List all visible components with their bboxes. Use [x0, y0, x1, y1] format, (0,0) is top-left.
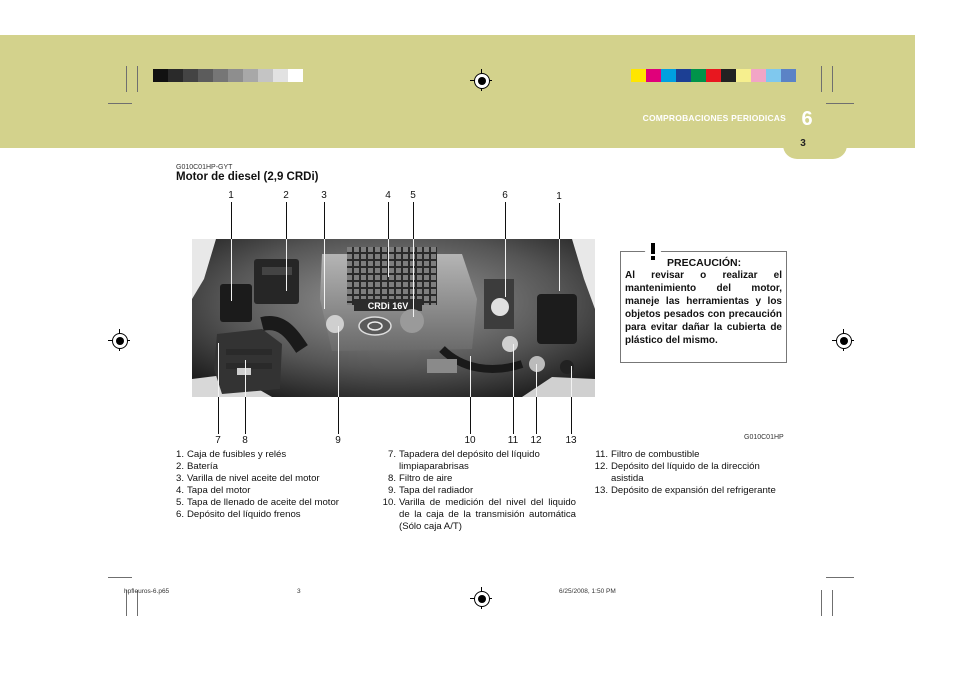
- callout-11: 11: [507, 435, 519, 446]
- gray-swatch-1: [153, 69, 168, 82]
- caution-title: PRECAUCIÓN:: [667, 257, 742, 269]
- gray-swatch-10: [288, 69, 303, 82]
- process-swatch-10: [766, 69, 781, 82]
- figure-code: G010C01HP: [744, 434, 784, 441]
- legend-column-3: 11. Filtro de combustible 12. Depósito del…: [592, 449, 786, 497]
- process-swatch-8: [736, 69, 751, 82]
- callout-7: 7: [215, 435, 221, 446]
- legend-item: 13. Depósito de expansión del refrigerant…: [594, 485, 776, 496]
- legend-item: 3. Varilla de nivel aceite del motor: [175, 473, 320, 484]
- warning-triangle-icon: [639, 238, 667, 262]
- process-swatch-3: [661, 69, 676, 82]
- gray-swatch-3: [183, 69, 198, 82]
- callout-5: 5: [410, 190, 416, 201]
- callout-1-right: 1: [556, 191, 562, 202]
- callout-6: 6: [502, 190, 508, 201]
- callout-3: 3: [321, 190, 327, 201]
- legend-item: 11. Filtro de combustible: [595, 449, 700, 460]
- engine-bay-photo: CRDi 16V: [192, 239, 595, 397]
- gray-swatch-7: [243, 69, 258, 82]
- callout-10: 10: [464, 435, 476, 446]
- legend-item: 8. Filtro de aire: [387, 473, 453, 484]
- process-swatch-11: [781, 69, 796, 82]
- callout-1-top: 1: [228, 190, 234, 201]
- legend-item: 1. Caja de fusibles y relés: [175, 449, 287, 460]
- gray-swatch-6: [228, 69, 243, 82]
- chapter-number: 6: [801, 108, 813, 130]
- legend-item: 10. Varilla de medición del nivel del liq…: [382, 497, 576, 532]
- legend-item: 4. Tapa del motor: [175, 485, 251, 496]
- footer-page: 3: [297, 588, 301, 595]
- legend-item: 9. Tapa del radiador: [387, 485, 474, 496]
- legend-item: 5. Tapa de llenado de aceite del motor: [175, 497, 340, 508]
- legend-item: 12. Depósito del líquido de la dirección …: [594, 461, 760, 484]
- page-number: 3: [800, 138, 806, 149]
- callout-13: 13: [565, 435, 577, 446]
- process-swatch-4: [676, 69, 691, 82]
- callout-4: 4: [385, 190, 391, 201]
- process-swatch-2: [646, 69, 661, 82]
- legend-column-2: 7. Tapadera del depósito del líquido limp…: [380, 449, 576, 533]
- gray-swatch-4: [198, 69, 213, 82]
- gray-swatch-5: [213, 69, 228, 82]
- process-color-bar: [631, 69, 796, 82]
- process-swatch-7: [721, 69, 736, 82]
- process-swatch-6: [706, 69, 721, 82]
- legend-column-1: 1. Caja de fusibles y relés 2. Batería 3. V…: [168, 449, 364, 521]
- callout-9: 9: [335, 435, 341, 446]
- engine-cover-label: CRDi 16V: [368, 301, 409, 311]
- process-swatch-9: [751, 69, 766, 82]
- chapter-title: COMPROBACIONES PERIODICAS: [642, 113, 786, 123]
- caution-text: Al revisar o realizar el mantenimiento d…: [625, 270, 782, 346]
- process-swatch-5: [691, 69, 706, 82]
- callout-12: 12: [530, 435, 542, 446]
- callout-8: 8: [242, 435, 248, 446]
- process-swatch-1: [631, 69, 646, 82]
- section-title: Motor de diesel (2,9 CRDi): [176, 171, 319, 183]
- callout-2: 2: [283, 190, 289, 201]
- gray-swatch-2: [168, 69, 183, 82]
- caution-box: PRECAUCIÓN: Al revisar o realizar el man…: [620, 238, 787, 363]
- gray-color-bar: [153, 69, 303, 82]
- gray-swatch-9: [273, 69, 288, 82]
- section-code: G010C01HP-GYT: [176, 164, 233, 171]
- footer-filename: hpfleuros-6.p65: [124, 588, 170, 595]
- gray-swatch-8: [258, 69, 273, 82]
- legend-item: 7. Tapadera del depósito del líquido limp…: [387, 449, 540, 472]
- legend-item: 2. Batería: [175, 461, 218, 472]
- legend-item: 6. Depósito del líquido frenos: [175, 509, 301, 520]
- footer-timestamp: 6/25/2008, 1:50 PM: [559, 588, 616, 595]
